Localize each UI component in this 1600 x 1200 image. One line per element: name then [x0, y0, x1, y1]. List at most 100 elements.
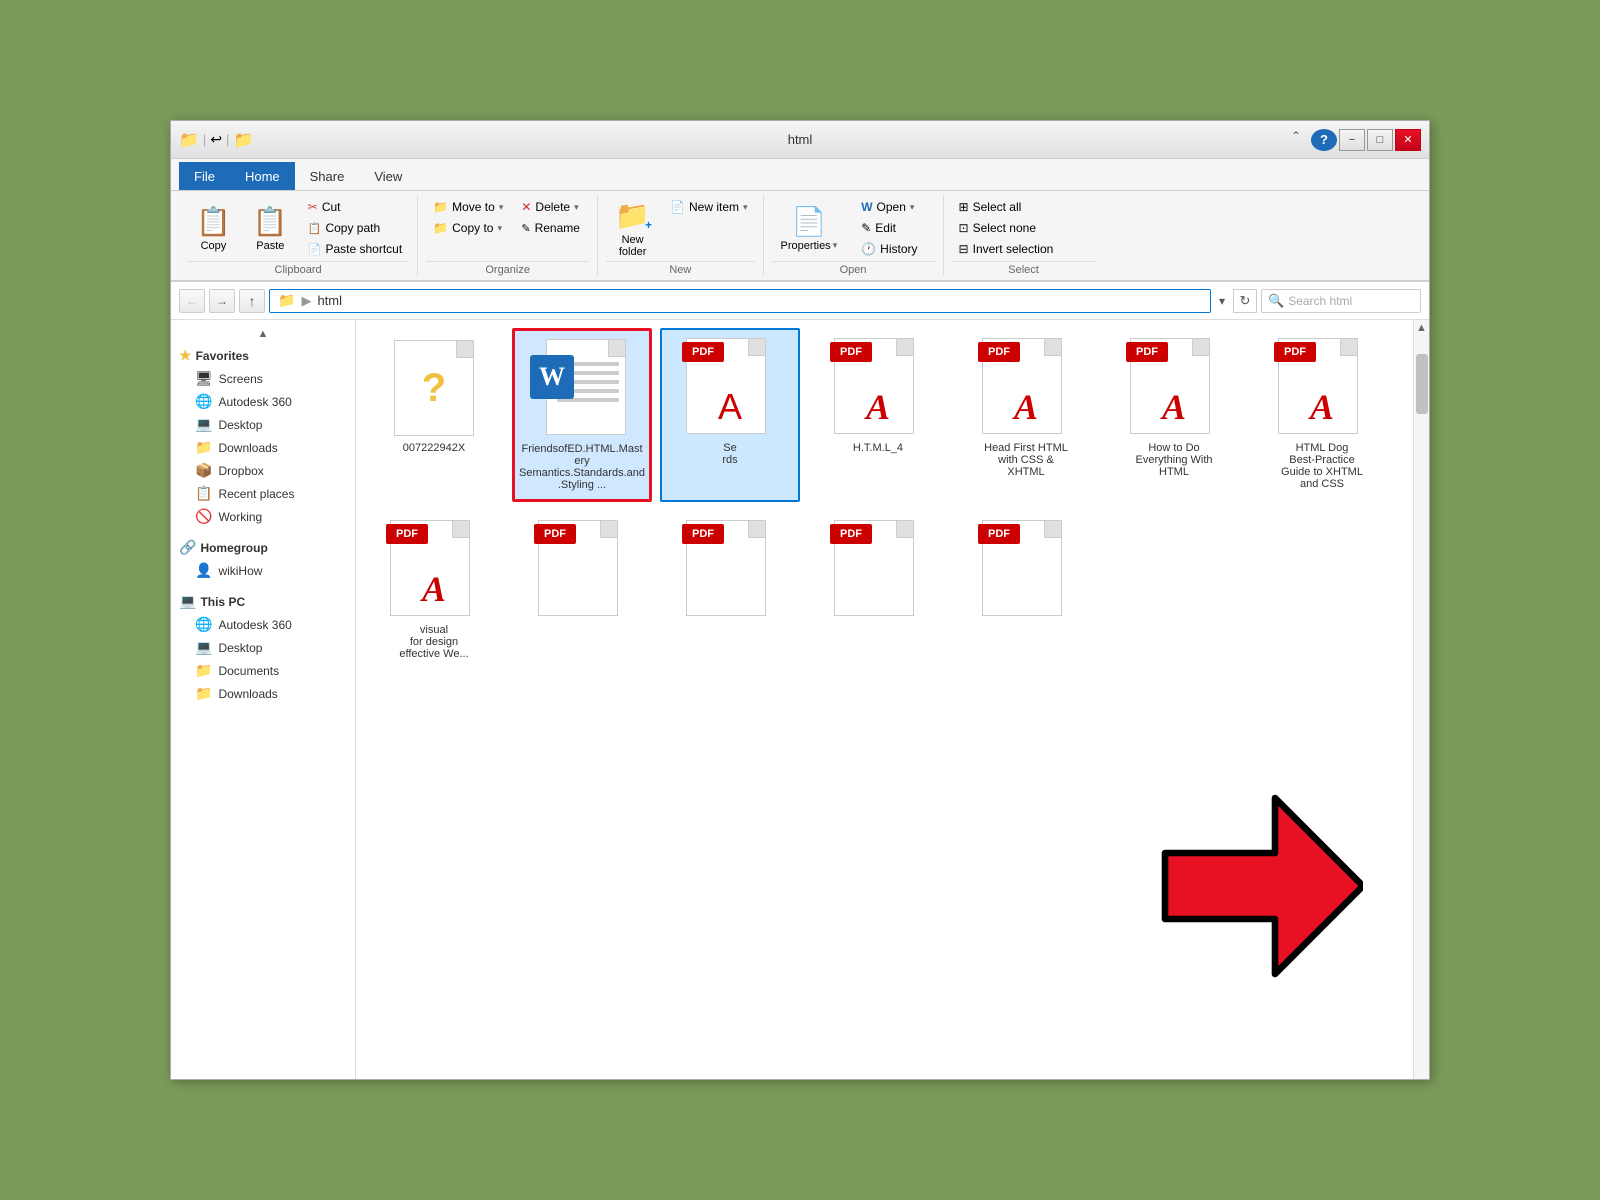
- help-icon[interactable]: ?: [1311, 129, 1337, 151]
- maximize-button[interactable]: □: [1367, 129, 1393, 151]
- pdf6-icon: PDF A: [384, 520, 484, 620]
- tab-file[interactable]: File: [179, 162, 230, 190]
- up-button[interactable]: ↑: [239, 289, 265, 313]
- sidebar-item-screens[interactable]: 🖥 Screens: [171, 367, 355, 390]
- file-item-unknown[interactable]: ? 007222942X: [364, 328, 504, 502]
- sidebar-scroll-up[interactable]: ▲: [258, 328, 269, 340]
- file-area: ? 007222942X: [356, 320, 1413, 1079]
- titlebar-sep1: |: [203, 132, 206, 147]
- thispc-autodesk-icon: 🌐: [195, 616, 212, 633]
- refresh-button[interactable]: ↻: [1233, 289, 1257, 313]
- address-path: html: [317, 293, 342, 308]
- file-area-container: ? 007222942X: [356, 320, 1429, 1079]
- address-field[interactable]: 📁 ▶ html: [269, 289, 1211, 313]
- file-item-pdf1[interactable]: PDF A Serds: [660, 328, 800, 502]
- new-item-icon: 📄: [670, 200, 685, 214]
- new-folder-icon: 📁 +: [615, 199, 650, 232]
- rename-icon: ✎: [521, 222, 530, 235]
- ribbon-group-open: 📄 Properties ▾ W Open ▾ ✎ Edit: [764, 195, 944, 276]
- file-name-pdf2: H.T.M.L_4: [853, 442, 903, 454]
- properties-button[interactable]: 📄 Properties ▾: [772, 197, 847, 259]
- file-item-pdf10[interactable]: PDF: [956, 510, 1096, 670]
- pdf-badge4: PDF: [1126, 342, 1168, 362]
- sidebar-thispc-desktop[interactable]: 💻 Desktop: [171, 636, 355, 659]
- recent-icon: 📋: [195, 485, 212, 502]
- explorer-window: 📁 | ↩ | 📁 html ⌃ ? − □ ✕ File Home Share…: [170, 120, 1430, 1080]
- copy-path-icon: 📋: [308, 222, 322, 235]
- file-item-pdf2[interactable]: PDF A H.T.M.L_4: [808, 328, 948, 502]
- close-button[interactable]: ✕: [1395, 129, 1421, 151]
- sidebar-item-recent[interactable]: 📋 Recent places: [171, 482, 355, 505]
- tab-share[interactable]: Share: [295, 162, 360, 190]
- scroll-up-arrow[interactable]: ▲: [1416, 322, 1427, 334]
- scrollbar-thumb[interactable]: [1416, 354, 1428, 414]
- main-content: ▲ ★ Favorites 🖥 Screens 🌐 Autodesk 360 💻: [171, 320, 1429, 1079]
- pdf-badge10: PDF: [978, 524, 1020, 544]
- paste-button[interactable]: 📋 Paste: [244, 197, 297, 259]
- expand-icon[interactable]: ⌃: [1291, 129, 1301, 151]
- pdf-badge9: PDF: [830, 524, 872, 544]
- titlebar: 📁 | ↩ | 📁 html ⌃ ? − □ ✕: [171, 121, 1429, 159]
- open-content: 📄 Properties ▾ W Open ▾ ✎ Edit: [772, 197, 935, 259]
- file-name-pdf5: HTML DogBest-PracticeGuide to XHTMLand C…: [1281, 442, 1363, 490]
- select-all-button[interactable]: ⊞ Select all: [952, 197, 1061, 217]
- scrollbar[interactable]: ▲: [1413, 320, 1429, 1079]
- move-to-button[interactable]: 📁 Move to ▾: [426, 197, 510, 217]
- file-item-word[interactable]: W FriendsofED.HTML.MasterySemantics.Stan…: [512, 328, 652, 502]
- cut-button[interactable]: ✂ Cut: [301, 197, 409, 217]
- acrobat-icon4: A: [1162, 386, 1186, 428]
- edit-button[interactable]: ✎ Edit: [854, 218, 924, 238]
- red-arrow: [1143, 776, 1363, 999]
- sidebar-thispc-downloads[interactable]: 📁 Downloads: [171, 682, 355, 705]
- history-button[interactable]: 🕐 History: [854, 239, 924, 259]
- file-item-pdf6[interactable]: PDF A visualfor designeffective We...: [364, 510, 504, 670]
- organize-buttons: 📁 Move to ▾ 📁 Copy to ▾: [426, 197, 510, 238]
- sidebar-item-working[interactable]: 🚫 Working: [171, 505, 355, 528]
- delete-button[interactable]: ✕ Delete ▾: [514, 197, 587, 217]
- rename-button[interactable]: ✎ Rename: [514, 218, 587, 238]
- file-item-pdf5[interactable]: PDF A HTML DogBest-PracticeGuide to XHTM…: [1252, 328, 1392, 502]
- minimize-button[interactable]: −: [1339, 129, 1365, 151]
- address-separator: ▶: [301, 293, 311, 309]
- copy-path-button[interactable]: 📋 Copy path: [301, 218, 409, 238]
- copyto-arrow: ▾: [497, 223, 502, 234]
- sidebar-thispc-autodesk[interactable]: 🌐 Autodesk 360: [171, 613, 355, 636]
- favorites-star-icon: ★: [179, 347, 192, 364]
- sidebar-item-wikihow[interactable]: 👤 wikiHow: [171, 559, 355, 582]
- file-item-pdf8[interactable]: PDF: [660, 510, 800, 670]
- favorites-section: ★ Favorites 🖥 Screens 🌐 Autodesk 360 💻 D…: [171, 344, 355, 528]
- tab-home[interactable]: Home: [230, 162, 295, 190]
- open-button[interactable]: W Open ▾: [854, 197, 924, 217]
- select-none-button[interactable]: ⊡ Select none: [952, 218, 1061, 238]
- copy-button[interactable]: 📋 Copy: [187, 197, 240, 259]
- tab-view[interactable]: View: [359, 162, 417, 190]
- unknown-file-icon: ?: [384, 338, 484, 438]
- sidebar: ▲ ★ Favorites 🖥 Screens 🌐 Autodesk 360 💻: [171, 320, 356, 1079]
- sidebar-item-autodesk[interactable]: 🌐 Autodesk 360: [171, 390, 355, 413]
- file-item-pdf9[interactable]: PDF: [808, 510, 948, 670]
- address-dropdown-icon[interactable]: ▾: [1215, 294, 1229, 308]
- file-name-pdf3: Head First HTMLwith CSS &XHTML: [984, 442, 1068, 478]
- file-item-pdf7[interactable]: PDF: [512, 510, 652, 670]
- undo-icon[interactable]: ↩: [210, 131, 222, 148]
- sidebar-thispc-documents[interactable]: 📁 Documents: [171, 659, 355, 682]
- back-button[interactable]: ←: [179, 289, 205, 313]
- file-item-pdf3[interactable]: PDF A Head First HTMLwith CSS &XHTML: [956, 328, 1096, 502]
- favorites-label: Favorites: [196, 349, 249, 363]
- sidebar-item-desktop[interactable]: 💻 Desktop: [171, 413, 355, 436]
- invert-selection-button[interactable]: ⊟ Invert selection: [952, 239, 1061, 259]
- sidebar-item-downloads[interactable]: 📁 Downloads: [171, 436, 355, 459]
- new-item-button[interactable]: 📄 New item ▾: [663, 197, 755, 217]
- search-placeholder: Search html: [1288, 294, 1352, 308]
- pdf-icon-shape4: PDF A: [1130, 338, 1218, 438]
- file-item-pdf4[interactable]: PDF A How to DoEverything WithHTML: [1104, 328, 1244, 502]
- forward-button[interactable]: →: [209, 289, 235, 313]
- sidebar-item-dropbox[interactable]: 📦 Dropbox: [171, 459, 355, 482]
- search-box[interactable]: 🔍 Search html: [1261, 289, 1421, 313]
- new-folder-button[interactable]: 📁 + Newfolder: [606, 197, 659, 259]
- newitem-arrow: ▾: [743, 202, 748, 213]
- delete-icon: ✕: [521, 200, 531, 214]
- clipboard-content: 📋 Copy 📋 Paste ✂ Cut 📋 Copy path: [187, 197, 409, 259]
- copy-to-button[interactable]: 📁 Copy to ▾: [426, 218, 510, 238]
- paste-shortcut-button[interactable]: 📄 Paste shortcut: [301, 239, 409, 259]
